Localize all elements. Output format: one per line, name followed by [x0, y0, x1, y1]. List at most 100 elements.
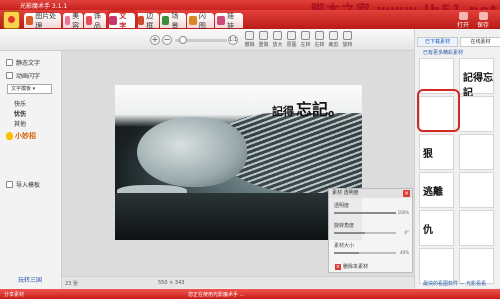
thumb-text: 狠	[423, 149, 433, 160]
tab-icon	[217, 16, 226, 25]
tool-button-3[interactable]: 原图	[284, 31, 299, 49]
status-bar: 23 张 550 × 343	[62, 276, 414, 288]
sub-item-sad[interactable]: 忧伤	[14, 109, 26, 118]
tool-button-6[interactable]: 裁剪	[326, 31, 341, 49]
sub-item-other[interactable]: 其他	[14, 119, 26, 128]
material-row-label: 素材大小	[334, 243, 355, 249]
tab-label: 场景	[171, 11, 179, 30]
more-materials-link[interactable]: 已有更多精彩素材	[423, 49, 463, 56]
template-thumb[interactable]: 記得忘記	[459, 58, 494, 99]
thumb-text: 逃離	[423, 187, 443, 198]
tab-0[interactable]: 图片处理	[24, 11, 61, 30]
tool-label: 重做	[258, 42, 269, 48]
template-category-select[interactable]: 文字模板 ▾	[7, 84, 52, 94]
share-material-label[interactable]: 分享素材	[4, 291, 24, 298]
zoom-in-button[interactable]: +	[150, 35, 160, 45]
tool-icon	[273, 31, 282, 40]
zoom-slider[interactable]	[175, 36, 227, 44]
overlay-text-b: 忘記。	[296, 100, 345, 119]
lightbulb-icon	[6, 132, 13, 140]
tab-icon	[138, 16, 145, 25]
thumb-highlight-annotation	[417, 89, 460, 132]
template-thumb[interactable]	[419, 248, 454, 284]
template-category-value: 文字模板	[11, 86, 32, 92]
template-thumb[interactable]	[459, 96, 494, 132]
animated-text-icon	[6, 72, 13, 79]
tab-5[interactable]: 场景	[160, 11, 186, 30]
tool-button-7[interactable]: 旋转	[340, 31, 355, 49]
footer-link[interactable]: 玩转三国	[18, 275, 42, 284]
delete-material-button[interactable]: × 删除本素材	[335, 263, 368, 270]
tab-label: 娃娃	[227, 11, 235, 30]
close-icon[interactable]: ×	[403, 190, 410, 197]
static-text-icon	[6, 59, 13, 66]
template-thumb[interactable]	[459, 172, 494, 208]
bottom-bar: 分享素材 您正在使用光影魔术手 ...	[0, 289, 500, 299]
import-icon	[6, 181, 13, 188]
bottom-ad-link[interactable]: 最快的看图软件 — 光影看看	[423, 280, 486, 287]
tool-label: 原图	[286, 42, 297, 48]
save-button[interactable]: 保存	[474, 12, 492, 29]
status-hint: 您正在使用光影魔术手 ...	[188, 292, 245, 298]
tab-icon	[86, 16, 92, 25]
template-thumb[interactable]: 逃離	[419, 172, 454, 208]
template-thumb[interactable]: 狠	[419, 134, 454, 170]
tool-button-5[interactable]: 右转	[312, 31, 327, 49]
tab-downloaded[interactable]: 已下载素材	[417, 37, 458, 47]
zoom-out-button[interactable]: −	[162, 35, 172, 45]
tab-label: 图片处理	[35, 11, 57, 30]
tool-icon	[259, 31, 268, 40]
zoom-fit-button[interactable]: 1:1	[228, 35, 238, 45]
right-panel-tabs: 已下载素材 在线素材	[415, 37, 500, 47]
app-logo-icon[interactable]	[3, 11, 20, 29]
material-row-slider[interactable]	[334, 252, 396, 254]
material-row-label: 旋转角度	[334, 223, 355, 229]
slider-fill	[334, 232, 365, 234]
material-row-value: 0°	[404, 230, 409, 235]
template-thumb[interactable]: 仇	[419, 210, 454, 246]
sub-item-happy[interactable]: 快乐	[14, 99, 26, 108]
tool-button-1[interactable]: 重做	[256, 31, 271, 49]
tab-2[interactable]: 饰品	[84, 11, 106, 30]
open-button[interactable]: 打开	[454, 12, 472, 29]
import-template-button[interactable]: 导入模板	[6, 179, 58, 190]
tab-label: 美容	[72, 11, 80, 30]
tool-icon	[245, 31, 254, 40]
template-thumb[interactable]	[459, 210, 494, 246]
delete-icon: ×	[335, 263, 341, 270]
material-row-slider[interactable]	[334, 212, 396, 214]
save-icon	[478, 12, 488, 20]
template-thumb[interactable]	[459, 134, 494, 170]
slider-fill	[334, 212, 396, 214]
static-text-item[interactable]: 静态文字	[6, 57, 58, 68]
text-material[interactable]: 記得 忘記。	[272, 96, 344, 120]
animated-text-item[interactable]: 动画闪字	[6, 70, 58, 81]
tab-online[interactable]: 在线素材	[460, 37, 500, 47]
tab-6[interactable]: 闪图	[187, 12, 214, 30]
left-panel: 静态文字 动画闪字 文字模板 ▾ 快乐 忧伤 其他 导入模板 小妙招 玩转三国	[0, 51, 62, 289]
title-bar: 光影魔术手 3.1.1 脚本之家 www.Jb51.net	[0, 0, 500, 19]
tab-7[interactable]: 娃娃	[215, 11, 243, 30]
zoom-slider-knob[interactable]	[179, 36, 187, 44]
tool-label: 旋转	[342, 42, 353, 48]
tool-button-2[interactable]: 放大	[270, 31, 285, 49]
tool-label: 撤销	[244, 42, 255, 48]
slider-fill	[334, 252, 359, 254]
material-row-slider[interactable]	[334, 232, 396, 234]
tool-button-0[interactable]: 撤销	[242, 31, 257, 49]
template-thumb[interactable]	[459, 248, 494, 284]
delete-material-label: 删除本素材	[343, 264, 369, 270]
material-row-label: 透明度	[334, 203, 350, 209]
tool-icon	[287, 31, 296, 40]
tool-icon	[301, 31, 310, 40]
material-panel-title: 素材 透明度	[332, 190, 359, 196]
window-title: 光影魔术手 3.1.1	[20, 3, 68, 10]
tool-button-4[interactable]: 左转	[298, 31, 313, 49]
tab-4[interactable]: 边框	[136, 12, 159, 30]
tab-label: 饰品	[93, 11, 101, 30]
open-icon	[458, 12, 468, 20]
tip-title: 小妙招	[6, 131, 36, 141]
save-label: 保存	[476, 22, 489, 29]
thumb-text: 仇	[423, 225, 433, 236]
tab-1[interactable]: 美容	[63, 11, 83, 30]
